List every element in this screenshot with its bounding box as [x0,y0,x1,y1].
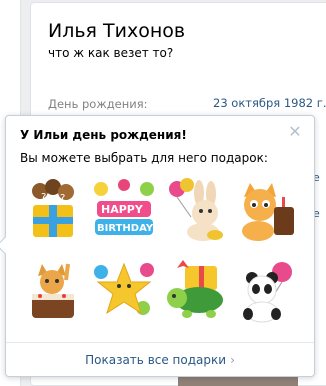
svg-text:?: ? [60,193,65,204]
show-all-gifts-link[interactable]: Показать все подарки › [6,353,314,367]
profile-status[interactable]: что ж как везет то? [48,46,173,60]
bunny-balloons[interactable] [163,177,229,243]
close-icon[interactable]: ✕ [288,124,302,140]
profile-name: Илья Тихонов [48,20,186,42]
star-balloons[interactable] [91,258,157,324]
show-all-gifts-label: Показать все подарки [85,353,227,367]
birthday-value-link[interactable]: 23 октября 1982 г. [213,96,326,110]
popup-footer: Показать все подарки › [6,342,314,377]
svg-text:HAPPY: HAPPY [101,203,144,216]
svg-text:?: ? [41,192,46,203]
panda-balloon[interactable] [234,258,300,324]
chevron-right-icon: › [230,353,235,367]
popup-arrow [0,236,15,255]
cat-cake[interactable] [234,177,300,243]
happy-birthday-letters[interactable]: HAPPY BIRTHDAY [91,177,157,243]
popup-title: У Ильи день рождения! [20,128,187,142]
gift-box-balloons[interactable]: ? ? [20,177,86,243]
popup-subtitle: Вы можете выбрать для него подарок: [20,151,268,165]
turtle-present[interactable] [163,258,229,324]
svg-text:BIRTHDAY: BIRTHDAY [97,223,154,234]
cat-in-cake[interactable] [20,258,86,324]
birthday-gift-popup: У Ильи день рождения! ✕ Вы можете выбрат… [0,115,315,377]
birthday-label: День рождения: [48,97,148,111]
